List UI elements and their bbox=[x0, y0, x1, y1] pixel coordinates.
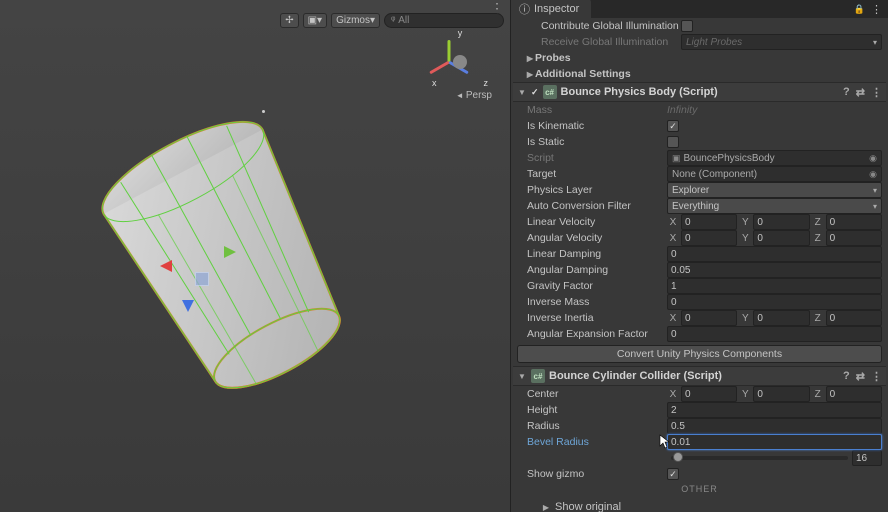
receive-gi-dropdown: Light Probes bbox=[681, 34, 882, 50]
angular-velocity-field[interactable]: X0Y0Z0 bbox=[667, 230, 882, 246]
angular-damping-field[interactable]: 0.05 bbox=[667, 262, 882, 278]
show-gizmo-checkbox[interactable] bbox=[667, 468, 679, 480]
gravity-factor-field[interactable]: 1 bbox=[667, 278, 882, 294]
help-icon[interactable]: ? bbox=[843, 86, 850, 99]
is-static-checkbox[interactable] bbox=[667, 136, 679, 148]
foldout-icon bbox=[517, 370, 527, 382]
axis-z-label: z bbox=[484, 78, 489, 88]
preset-icon[interactable]: ⇄ bbox=[856, 370, 865, 383]
auto-conversion-dropdown[interactable]: Everything bbox=[667, 198, 882, 214]
linear-velocity-field[interactable]: X0Y0Z0 bbox=[667, 214, 882, 230]
inspector-tab-bar: ⓘInspector ⋮ bbox=[511, 0, 888, 18]
gizmos-dropdown[interactable]: Gizmos ▾ bbox=[331, 13, 380, 28]
orientation-gizmo[interactable]: y x z bbox=[430, 32, 490, 92]
height-field[interactable]: 2 bbox=[667, 402, 882, 418]
camera-dropdown[interactable]: ▣▾ bbox=[303, 13, 327, 28]
additional-settings-foldout[interactable]: Additional Settings bbox=[513, 66, 886, 82]
foldout-icon bbox=[541, 501, 551, 512]
lock-icon[interactable] bbox=[854, 3, 865, 15]
component-menu-icon[interactable]: ⋮ bbox=[871, 86, 882, 99]
scene-search-input[interactable]: ᵠ All bbox=[384, 13, 504, 28]
receive-gi-row: Receive Global Illumination Light Probes bbox=[513, 34, 886, 50]
cylinder-collider-header[interactable]: Bounce Cylinder Collider (Script) ? ⇄ ⋮ bbox=[513, 366, 886, 386]
other-label: OTHER bbox=[513, 482, 886, 498]
inspector-menu-icon[interactable]: ⋮ bbox=[865, 3, 888, 16]
inspector-tab[interactable]: ⓘInspector bbox=[511, 0, 591, 19]
move-handle-x[interactable] bbox=[160, 260, 172, 272]
projection-label[interactable]: Persp bbox=[456, 90, 492, 101]
component-enable-checkbox[interactable] bbox=[531, 86, 539, 98]
bevel-slider[interactable] bbox=[671, 456, 848, 460]
inverse-mass-field[interactable]: 0 bbox=[667, 294, 882, 310]
foldout-icon bbox=[525, 68, 535, 80]
inspector-icon: ⓘ bbox=[519, 1, 530, 17]
script-icon bbox=[543, 85, 557, 99]
foldout-icon bbox=[525, 52, 535, 64]
physics-layer-dropdown[interactable]: Explorer bbox=[667, 182, 882, 198]
linear-damping-field[interactable]: 0 bbox=[667, 246, 882, 262]
target-field[interactable]: None (Component) bbox=[667, 166, 882, 182]
inspector-body: Contribute Global Illumination Receive G… bbox=[511, 18, 888, 512]
bevel-slider-row: 16 bbox=[513, 450, 886, 466]
scene-marker bbox=[262, 110, 265, 113]
contribute-gi-checkbox[interactable] bbox=[681, 20, 693, 32]
component-title: Bounce Physics Body (Script) bbox=[561, 86, 718, 98]
component-menu-icon[interactable]: ⋮ bbox=[871, 370, 882, 383]
slider-value[interactable]: 16 bbox=[852, 450, 882, 466]
inspector-panel: ⓘInspector ⋮ Contribute Global Illuminat… bbox=[510, 0, 888, 512]
preset-icon[interactable]: ⇄ bbox=[856, 86, 865, 99]
move-handle-plane[interactable] bbox=[195, 272, 209, 286]
move-handle-z[interactable] bbox=[182, 300, 194, 312]
radius-field[interactable]: 0.5 bbox=[667, 418, 882, 434]
probes-foldout[interactable]: Probes bbox=[513, 50, 886, 66]
scene-view[interactable]: ⋮ ✢ ▣▾ Gizmos ▾ ᵠ All y x z Persp bbox=[0, 0, 510, 512]
axis-y-label: y bbox=[458, 28, 463, 38]
move-handle-y[interactable] bbox=[224, 246, 236, 258]
bevel-radius-field[interactable]: 0.01 bbox=[667, 434, 882, 450]
inverse-inertia-field[interactable]: X0Y0Z0 bbox=[667, 310, 882, 326]
help-icon[interactable]: ? bbox=[843, 370, 850, 383]
scene-toolbar: ✢ ▣▾ Gizmos ▾ ᵠ All bbox=[0, 12, 510, 28]
physics-body-header[interactable]: Bounce Physics Body (Script) ? ⇄ ⋮ bbox=[513, 82, 886, 102]
center-field[interactable]: X0Y0Z0 bbox=[667, 386, 882, 402]
contribute-gi-row: Contribute Global Illumination bbox=[513, 18, 886, 34]
tool-icon[interactable]: ✢ bbox=[280, 13, 298, 28]
angular-expansion-field[interactable]: 0 bbox=[667, 326, 882, 342]
cylinder-gizmo[interactable] bbox=[70, 100, 390, 420]
convert-physics-button[interactable]: Convert Unity Physics Components bbox=[517, 345, 882, 363]
show-original-foldout[interactable]: Show original bbox=[513, 498, 886, 512]
axis-x-label: x bbox=[432, 78, 437, 88]
script-field: BouncePhysicsBody bbox=[667, 150, 882, 166]
script-icon bbox=[531, 369, 545, 383]
component-title: Bounce Cylinder Collider (Script) bbox=[549, 370, 722, 382]
foldout-icon bbox=[517, 86, 527, 98]
is-kinematic-checkbox[interactable] bbox=[667, 120, 679, 132]
